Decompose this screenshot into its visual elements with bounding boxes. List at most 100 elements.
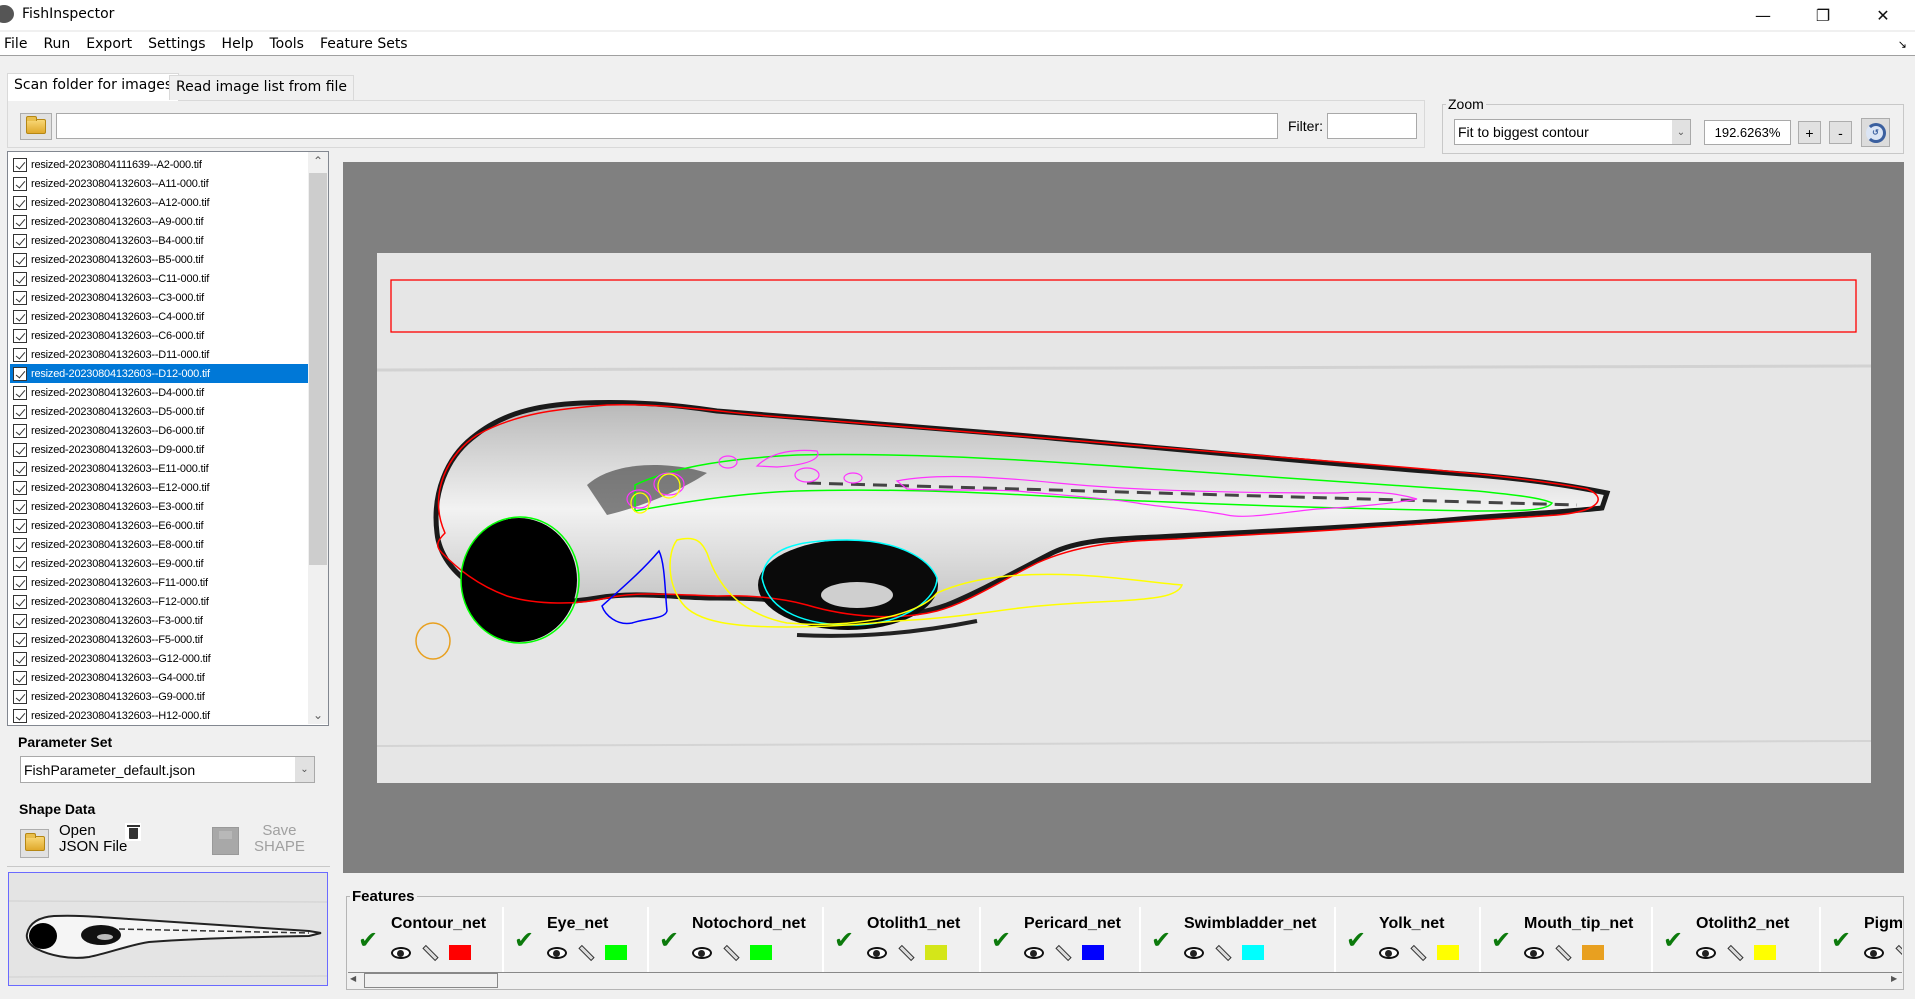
feature-color-swatch[interactable] [449, 945, 471, 960]
eye-visibility-icon[interactable] [1696, 947, 1716, 959]
pencil-edit-icon[interactable] [578, 944, 595, 962]
resize-arrow-icon[interactable]: ↘ [1898, 38, 1907, 51]
file-checkbox[interactable] [13, 575, 27, 590]
folder-path-input[interactable] [56, 113, 1278, 139]
file-list-item[interactable]: resized-20230804132603--E11-000.tif [10, 459, 308, 478]
file-list-item[interactable]: resized-20230804132603--D9-000.tif [10, 440, 308, 459]
file-checkbox[interactable] [13, 480, 27, 495]
open-json-button[interactable] [20, 829, 49, 858]
file-checkbox[interactable] [13, 442, 27, 457]
file-checkbox[interactable] [13, 385, 27, 400]
file-list-item[interactable]: resized-20230804132603--C11-000.tif [10, 269, 308, 288]
image-viewer[interactable] [343, 162, 1904, 873]
file-checkbox[interactable] [13, 594, 27, 609]
feature-enabled-check-icon[interactable]: ✔ [1831, 926, 1851, 954]
file-checkbox[interactable] [13, 651, 27, 666]
file-list-item[interactable]: resized-20230804132603--D11-000.tif [10, 345, 308, 364]
file-checkbox[interactable] [13, 214, 27, 229]
file-checkbox[interactable] [13, 499, 27, 514]
pencil-edit-icon[interactable] [1055, 944, 1072, 962]
feature-color-swatch[interactable] [925, 945, 947, 960]
zoom-mode-select[interactable]: Fit to biggest contour ⌄ [1454, 119, 1691, 145]
pencil-edit-icon[interactable] [1895, 944, 1902, 962]
scroll-down-icon[interactable]: ⌄ [308, 708, 328, 722]
image-file-list[interactable]: resized-20230804111639--A2-000.tif resize… [7, 151, 329, 726]
file-list-item[interactable]: resized-20230804132603--F5-000.tif [10, 630, 308, 649]
pencil-edit-icon[interactable] [723, 944, 740, 962]
menu-export[interactable]: Export [86, 34, 132, 54]
file-checkbox[interactable] [13, 328, 27, 343]
file-list-item[interactable]: resized-20230804132603--D6-000.tif [10, 421, 308, 440]
pencil-edit-icon[interactable] [1727, 944, 1744, 962]
file-checkbox[interactable] [13, 366, 27, 381]
file-checkbox[interactable] [13, 670, 27, 685]
file-list-item[interactable]: resized-20230804132603--G12-000.tif [10, 649, 308, 668]
file-checkbox[interactable] [13, 632, 27, 647]
eye-visibility-icon[interactable] [1524, 947, 1544, 959]
feature-color-swatch[interactable] [605, 945, 627, 960]
file-list-item[interactable]: resized-20230804132603--H12-000.tif [10, 706, 308, 725]
file-list-item[interactable]: resized-20230804132603--B4-000.tif [10, 231, 308, 250]
eye-visibility-icon[interactable] [391, 947, 411, 959]
file-list-item[interactable]: resized-20230804132603--C4-000.tif [10, 307, 308, 326]
scroll-up-icon[interactable]: ⌃ [308, 154, 328, 168]
feature-enabled-check-icon[interactable]: ✔ [991, 926, 1011, 954]
scroll-left-icon[interactable]: ◀ [350, 974, 356, 983]
feature-enabled-check-icon[interactable]: ✔ [358, 926, 378, 954]
file-checkbox[interactable] [13, 537, 27, 552]
zoom-in-button[interactable]: + [1798, 121, 1821, 144]
file-list-item[interactable]: resized-20230804132603--F11-000.tif [10, 573, 308, 592]
file-list-item[interactable]: resized-20230804132603--F12-000.tif [10, 592, 308, 611]
file-list-item[interactable]: resized-20230804132603--C6-000.tif [10, 326, 308, 345]
file-list-item[interactable]: resized-20230804132603--E9-000.tif [10, 554, 308, 573]
eye-visibility-icon[interactable] [1379, 947, 1399, 959]
fish-image[interactable] [376, 253, 1872, 783]
file-checkbox[interactable] [13, 518, 27, 533]
pencil-edit-icon[interactable] [1215, 944, 1232, 962]
file-checkbox[interactable] [13, 708, 27, 723]
pencil-edit-icon[interactable] [898, 944, 915, 962]
tab-read-image-list[interactable]: Read image list from file [169, 75, 355, 100]
eye-visibility-icon[interactable] [1024, 947, 1044, 959]
file-checkbox[interactable] [13, 556, 27, 571]
file-checkbox[interactable] [13, 404, 27, 419]
file-list-item[interactable]: resized-20230804132603--F3-000.tif [10, 611, 308, 630]
file-list-item[interactable]: resized-20230804132603--E8-000.tif [10, 535, 308, 554]
menu-run[interactable]: Run [43, 34, 70, 54]
trash-icon[interactable] [125, 823, 141, 841]
file-list-scroll-thumb[interactable] [309, 173, 327, 565]
eye-visibility-icon[interactable] [867, 947, 887, 959]
zoom-out-button[interactable]: - [1829, 121, 1852, 144]
open-json-label[interactable]: Open JSON File [59, 823, 127, 855]
file-checkbox[interactable] [13, 347, 27, 362]
file-checkbox[interactable] [13, 613, 27, 628]
browse-folder-button[interactable] [20, 113, 52, 140]
file-list-item[interactable]: resized-20230804132603--D5-000.tif [10, 402, 308, 421]
menu-file[interactable]: File [4, 34, 27, 54]
close-button[interactable]: ✕ [1860, 0, 1906, 30]
pencil-edit-icon[interactable] [1410, 944, 1427, 962]
parameter-set-select[interactable]: FishParameter_default.json ⌄ [20, 756, 315, 783]
feature-color-swatch[interactable] [1437, 945, 1459, 960]
feature-color-swatch[interactable] [1582, 945, 1604, 960]
menu-help[interactable]: Help [222, 34, 254, 54]
eye-visibility-icon[interactable] [1864, 947, 1884, 959]
file-list-item[interactable]: resized-20230804132603--E12-000.tif [10, 478, 308, 497]
file-list-item[interactable]: resized-20230804132603--D4-000.tif [10, 383, 308, 402]
maximize-button[interactable]: ❐ [1800, 0, 1846, 30]
image-thumbnail[interactable] [8, 872, 328, 986]
pencil-edit-icon[interactable] [422, 944, 439, 962]
feature-color-swatch[interactable] [1242, 945, 1264, 960]
zoom-percent-field[interactable]: 192.6263% [1704, 120, 1791, 145]
file-checkbox[interactable] [13, 195, 27, 210]
file-checkbox[interactable] [13, 252, 27, 267]
file-list-item[interactable]: resized-20230804132603--E3-000.tif [10, 497, 308, 516]
file-checkbox[interactable] [13, 461, 27, 476]
feature-enabled-check-icon[interactable]: ✔ [1491, 926, 1511, 954]
file-checkbox[interactable] [13, 290, 27, 305]
file-list-item[interactable]: resized-20230804132603--G9-000.tif [10, 687, 308, 706]
menu-settings[interactable]: Settings [148, 34, 205, 54]
feature-color-swatch[interactable] [1754, 945, 1776, 960]
feature-enabled-check-icon[interactable]: ✔ [659, 926, 679, 954]
file-checkbox[interactable] [13, 309, 27, 324]
